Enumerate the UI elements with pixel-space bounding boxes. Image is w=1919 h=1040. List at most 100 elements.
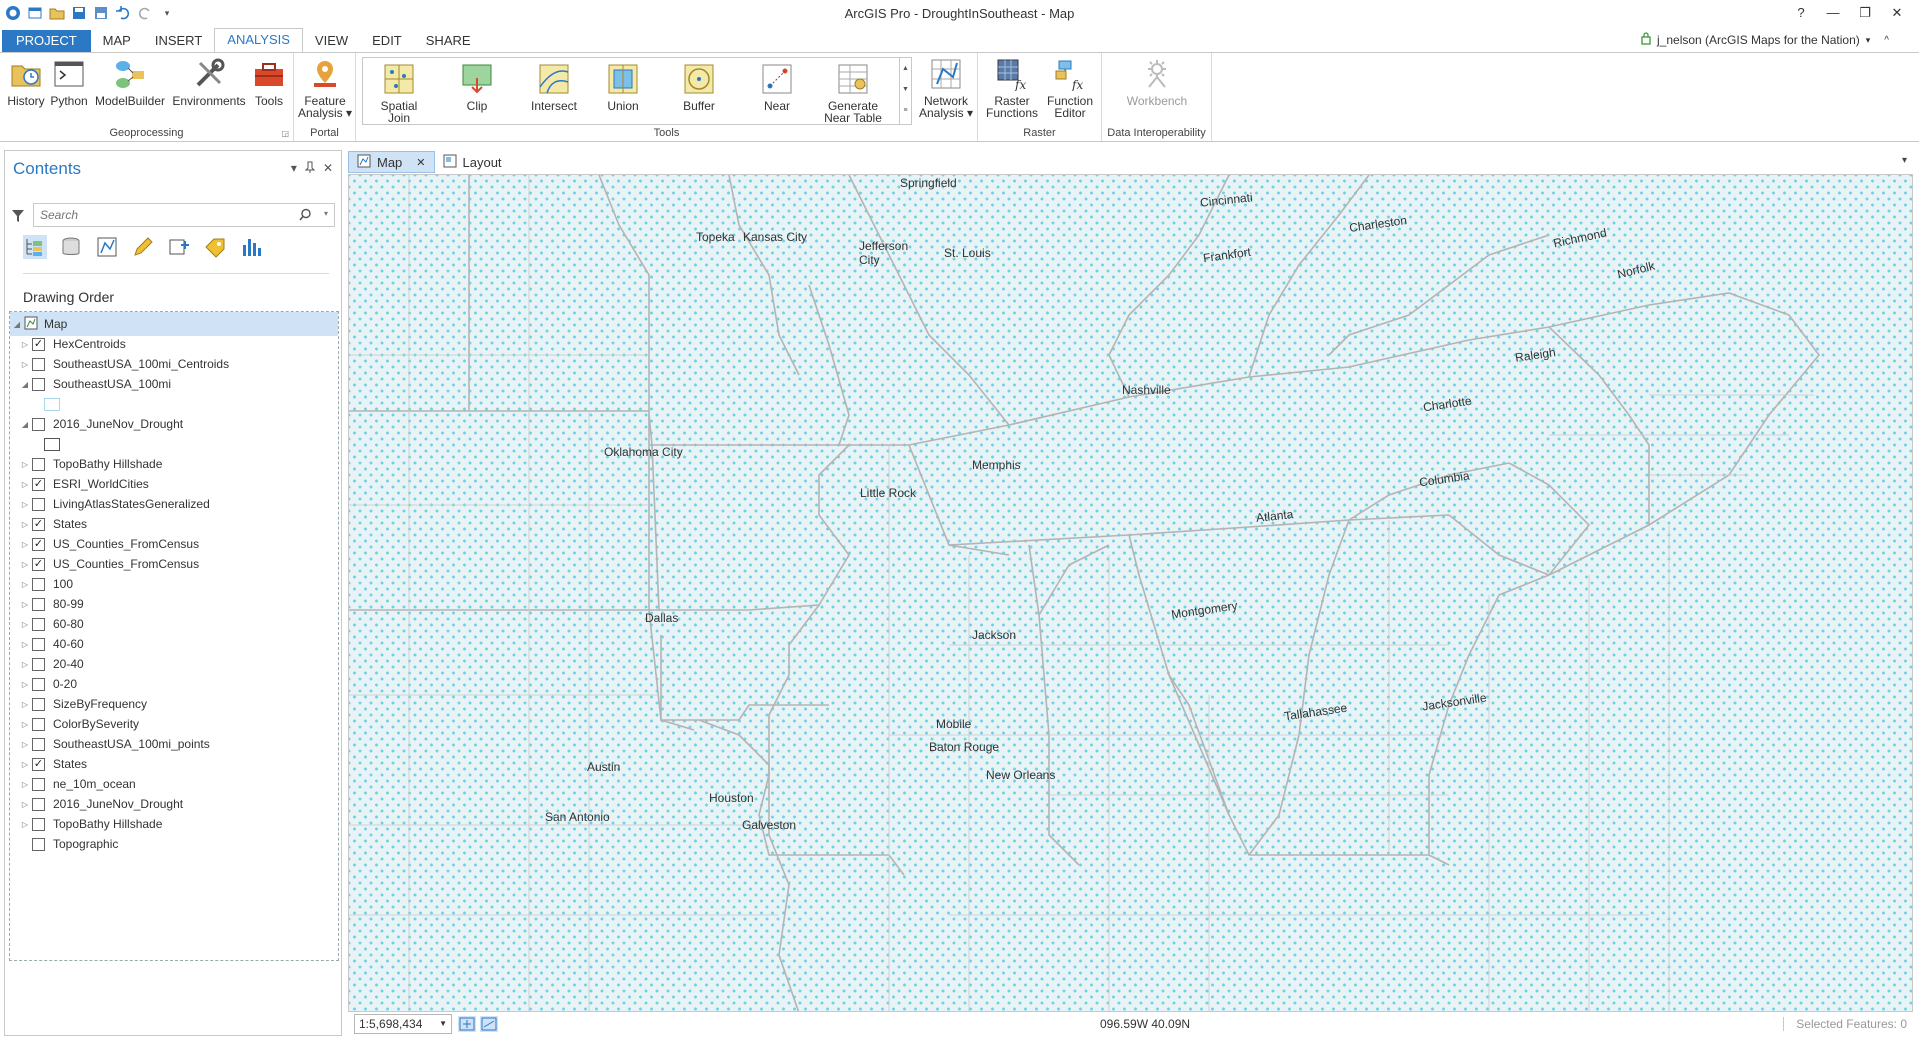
union-button[interactable]: Union xyxy=(603,62,643,112)
list-by-snapping-icon[interactable] xyxy=(167,235,191,259)
expand-layer-icon[interactable]: ▷ xyxy=(18,520,32,529)
history-button[interactable]: History xyxy=(4,57,48,107)
layer-visibility-checkbox[interactable]: ✓ xyxy=(32,757,45,771)
close-icon[interactable]: ✕ xyxy=(323,161,333,176)
expand-layer-icon[interactable]: ▷ xyxy=(18,720,32,729)
list-by-data-source-icon[interactable] xyxy=(59,235,83,259)
layer-visibility-checkbox[interactable] xyxy=(32,837,45,851)
collapse-ribbon-icon[interactable]: ^ xyxy=(1884,35,1889,46)
function-editor-button[interactable]: fx Function Editor xyxy=(1042,57,1098,119)
layer-visibility-checkbox[interactable] xyxy=(32,357,45,371)
layer-visibility-checkbox[interactable] xyxy=(32,497,45,511)
tab-insert[interactable]: INSERT xyxy=(143,30,214,52)
expand-layer-icon[interactable]: ▷ xyxy=(18,560,32,569)
tab-map-view[interactable]: Map ✕ xyxy=(348,151,435,173)
layer-visibility-checkbox[interactable] xyxy=(32,737,45,751)
layer-visibility-checkbox[interactable]: ✓ xyxy=(32,517,45,531)
layer-visibility-checkbox[interactable] xyxy=(32,457,45,471)
layer-visibility-checkbox[interactable] xyxy=(32,417,45,431)
layer-row[interactable]: ◢ SoutheastUSA_100mi xyxy=(10,372,338,396)
modelbuilder-button[interactable]: ModelBuilder xyxy=(92,57,168,107)
layer-visibility-checkbox[interactable]: ✓ xyxy=(32,477,45,491)
layer-visibility-checkbox[interactable] xyxy=(32,577,45,591)
tab-analysis[interactable]: ANALYSIS xyxy=(214,28,303,52)
expand-layer-icon[interactable]: ▷ xyxy=(18,660,32,669)
layer-visibility-checkbox[interactable] xyxy=(32,777,45,791)
buffer-button[interactable]: Buffer xyxy=(679,62,719,112)
expand-layer-icon[interactable]: ▷ xyxy=(18,340,32,349)
expand-layer-icon[interactable]: ▷ xyxy=(18,800,32,809)
tab-layout-view[interactable]: Layout xyxy=(435,151,510,173)
layer-visibility-checkbox[interactable] xyxy=(32,597,45,611)
expand-layer-icon[interactable]: ◢ xyxy=(10,320,24,329)
list-by-charts-icon[interactable] xyxy=(239,235,263,259)
layer-visibility-checkbox[interactable]: ✓ xyxy=(32,557,45,571)
expand-layer-icon[interactable]: ▷ xyxy=(18,740,32,749)
generate-near-table-button[interactable]: Generate Near Table xyxy=(821,62,885,124)
expand-layer-icon[interactable]: ▷ xyxy=(18,500,32,509)
tab-project[interactable]: PROJECT xyxy=(2,30,91,52)
clip-button[interactable]: Clip xyxy=(457,62,497,112)
spatial-join-button[interactable]: Spatial Join xyxy=(379,62,419,124)
layer-visibility-checkbox[interactable] xyxy=(32,677,45,691)
pane-menu-icon[interactable]: ▾ xyxy=(291,161,297,176)
list-by-labeling-icon[interactable] xyxy=(203,235,227,259)
expand-layer-icon[interactable]: ▷ xyxy=(18,680,32,689)
gallery-scroll[interactable]: ▲ ▼ ≡ xyxy=(899,58,911,124)
search-options-icon[interactable]: ▾ xyxy=(324,209,328,218)
layer-visibility-checkbox[interactable] xyxy=(32,637,45,651)
pin-icon[interactable] xyxy=(304,161,316,176)
layer-visibility-checkbox[interactable] xyxy=(32,797,45,811)
tab-map[interactable]: MAP xyxy=(91,30,143,52)
layer-visibility-checkbox[interactable]: ✓ xyxy=(32,537,45,551)
raster-functions-button[interactable]: fx Raster Functions xyxy=(984,57,1040,119)
expand-layer-icon[interactable]: ▷ xyxy=(18,640,32,649)
layer-visibility-checkbox[interactable] xyxy=(32,817,45,831)
expand-layer-icon[interactable]: ▷ xyxy=(18,360,32,369)
expand-layer-icon[interactable]: ▷ xyxy=(18,780,32,789)
layer-visibility-checkbox[interactable] xyxy=(32,657,45,671)
expand-layer-icon[interactable]: ▷ xyxy=(18,700,32,709)
help-icon[interactable]: ? xyxy=(1785,2,1817,24)
layer-row[interactable]: Topographic xyxy=(10,832,338,856)
workbench-button[interactable]: Workbench xyxy=(1116,57,1198,107)
expand-layer-icon[interactable]: ▷ xyxy=(18,580,32,589)
list-by-drawing-order-icon[interactable] xyxy=(23,235,47,259)
chevron-down-icon[interactable]: ▾ xyxy=(1866,35,1871,46)
expand-layer-icon[interactable]: ▷ xyxy=(18,620,32,629)
expand-layer-icon[interactable]: ◢ xyxy=(18,420,32,429)
expand-layer-icon[interactable]: ▷ xyxy=(18,460,32,469)
search-input[interactable] xyxy=(34,204,294,226)
close-button[interactable]: ✕ xyxy=(1881,2,1913,24)
intersect-button[interactable]: Intersect xyxy=(527,62,581,112)
python-button[interactable]: Python xyxy=(48,57,90,107)
filter-icon[interactable] xyxy=(11,209,25,223)
tab-view[interactable]: VIEW xyxy=(303,30,360,52)
restore-button[interactable]: ❐ xyxy=(1849,2,1881,24)
expand-layer-icon[interactable]: ▷ xyxy=(18,820,32,829)
tab-share[interactable]: SHARE xyxy=(414,30,483,52)
scale-selector[interactable]: 1:5,698,434 ▼ xyxy=(354,1014,452,1034)
close-tab-icon[interactable]: ✕ xyxy=(416,156,425,169)
search-icon[interactable] xyxy=(299,208,312,224)
layer-visibility-checkbox[interactable]: ✓ xyxy=(32,337,45,351)
expand-layer-icon[interactable]: ▷ xyxy=(18,540,32,549)
expand-layer-icon[interactable]: ◢ xyxy=(18,380,32,389)
list-by-editing-icon[interactable] xyxy=(131,235,155,259)
environments-button[interactable]: Environments xyxy=(170,57,248,107)
chevron-down-icon[interactable]: ▼ xyxy=(439,1015,447,1033)
dialog-launcher-icon[interactable]: ◲ xyxy=(281,129,289,138)
layer-row[interactable]: ◢ 2016_JuneNov_Drought xyxy=(10,412,338,436)
user-account[interactable]: j_nelson (ArcGIS Maps for the Nation) ▾ … xyxy=(1641,32,1889,48)
near-button[interactable]: Near xyxy=(757,62,797,112)
minimize-button[interactable]: — xyxy=(1817,2,1849,24)
expand-layer-icon[interactable]: ▷ xyxy=(18,600,32,609)
map-view[interactable]: Springfield Cincinnati Topeka Kansas City Je… xyxy=(348,174,1913,1012)
layer-visibility-checkbox[interactable] xyxy=(32,377,45,391)
snapping-icon[interactable] xyxy=(480,1016,498,1032)
list-by-selection-icon[interactable] xyxy=(95,235,119,259)
selected-features-count[interactable]: Selected Features: 0 xyxy=(1783,1017,1907,1031)
chevron-down-icon[interactable]: ▾ xyxy=(1902,155,1907,166)
network-analysis-button[interactable]: Network Analysis ▾ xyxy=(918,57,974,119)
navigation-mode-icon[interactable] xyxy=(458,1016,476,1032)
